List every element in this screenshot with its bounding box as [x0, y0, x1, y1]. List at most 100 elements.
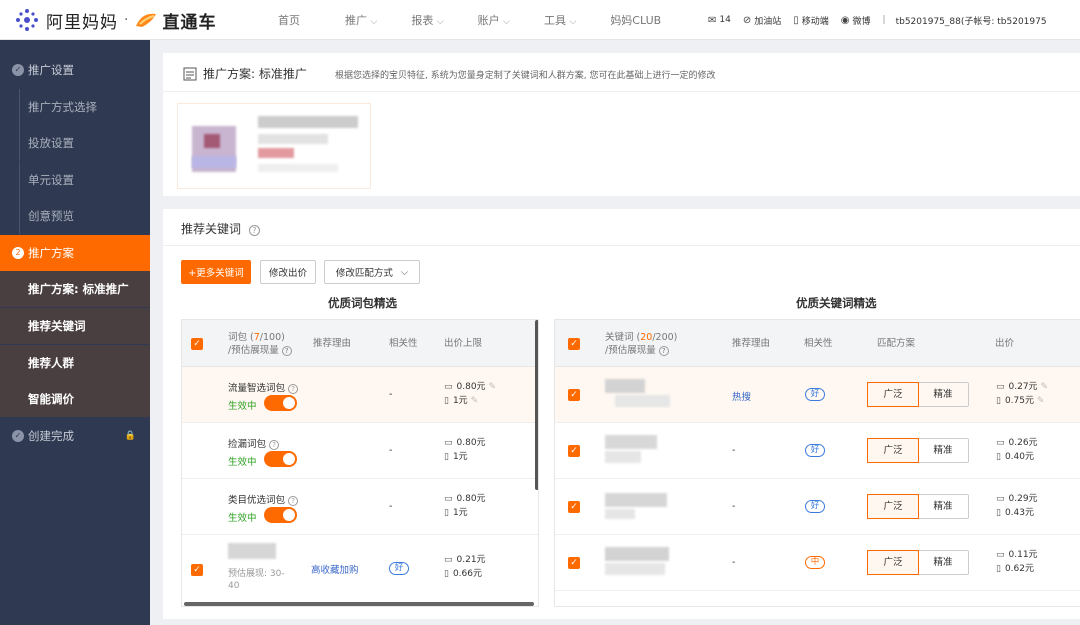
bid-prices: ▭0.29元▯0.43元: [996, 492, 1038, 520]
logo[interactable]: 阿里妈妈 · 直通车: [14, 6, 216, 34]
table-row[interactable]: ✓ - 好 广泛精准 ▭0.29元▯0.43元: [555, 479, 1080, 535]
nav-report-label: 报表: [411, 14, 433, 27]
desktop-icon: ▭: [996, 382, 1005, 392]
plan-card: 推广方案: 标准推广 根据您选择的宝贝特征, 系统为您量身定制了关键词和人群方案…: [163, 53, 1080, 196]
weibo-link[interactable]: ◉微博: [841, 14, 871, 27]
sidebar-item-promo-plan[interactable]: 2推广方案: [0, 235, 150, 271]
blurred-text: [258, 134, 328, 144]
edit-price-button[interactable]: 修改出价: [260, 260, 316, 284]
row-checkbox[interactable]: ✓: [191, 564, 203, 576]
more-keywords-button[interactable]: +更多关键词: [181, 260, 251, 284]
select-all-checkbox[interactable]: ✓: [568, 338, 580, 350]
help-icon[interactable]: ?: [288, 496, 298, 506]
sidebar-item-promo-settings[interactable]: ✓推广设置: [0, 52, 150, 88]
nav-report[interactable]: 报表 ⌵: [411, 12, 443, 28]
divider: [163, 91, 1080, 92]
table-row[interactable]: ✓ 预估展现: 30-40 高收藏加购 好 ▭0.21元▯0.66元: [182, 535, 539, 605]
match-selector[interactable]: 广泛精准: [867, 550, 969, 575]
table-row[interactable]: ✓ - 中 广泛精准 ▭0.11元▯0.62元: [555, 535, 1080, 591]
sidebar-item-complete[interactable]: ✓ 创建完成 🔒: [0, 418, 150, 454]
reason-link[interactable]: 热搜: [732, 389, 751, 403]
nav-mama-club[interactable]: 妈妈CLUB: [610, 12, 661, 28]
mobile-link[interactable]: ▯移动端: [793, 14, 829, 27]
check-icon: ✓: [12, 64, 24, 76]
sidebar-item-label: 创建完成: [28, 428, 74, 444]
lock-icon: 🔒: [125, 431, 136, 441]
help-icon[interactable]: ?: [659, 346, 669, 356]
desktop-icon: ▭: [444, 438, 453, 448]
product-name: 直通车: [162, 8, 216, 33]
match-selector[interactable]: 广泛精准: [867, 382, 969, 407]
help-icon[interactable]: ?: [269, 440, 279, 450]
select-all-checkbox[interactable]: ✓: [191, 338, 203, 350]
edit-icon[interactable]: ✎: [471, 396, 479, 406]
sidebar-item-smart-bid[interactable]: 智能调价: [0, 381, 150, 417]
nav-account[interactable]: 账户 ⌵: [478, 12, 510, 28]
edit-match-button[interactable]: 修改匹配方式⌵: [324, 260, 420, 284]
user-account[interactable]: tb5201975_88(子帐号: tb5201975: [896, 14, 1047, 27]
bid-prices: ▭0.80元▯1元: [444, 436, 486, 464]
row-checkbox[interactable]: ✓: [568, 445, 580, 457]
chevron-down-icon: ⌵: [371, 17, 378, 27]
mail-link[interactable]: ✉14: [708, 15, 731, 26]
row-checkbox[interactable]: ✓: [568, 389, 580, 401]
status-toggle[interactable]: [264, 395, 297, 411]
keywords-title: 推荐关键词 ?: [181, 220, 260, 237]
sidebar-item-label: 投放设置: [28, 135, 74, 151]
match-exact[interactable]: 精准: [918, 383, 968, 406]
sidebar-item-creative-preview[interactable]: 创意预览: [0, 198, 150, 234]
table-row[interactable]: ✓ - 好 广泛精准 ▭0.26元▯0.40元: [555, 423, 1080, 479]
sidebar-item-plan-standard[interactable]: 推广方案: 标准推广: [0, 271, 150, 307]
help-icon[interactable]: ?: [288, 384, 298, 394]
header-keyword-sub: /预估展现量: [605, 345, 656, 356]
vertical-scrollbar[interactable]: [535, 320, 539, 490]
edit-icon[interactable]: ✎: [488, 382, 496, 392]
reason-link[interactable]: 高收藏加购: [311, 562, 359, 576]
chevron-down-icon: ⌵: [401, 267, 408, 278]
edit-icon[interactable]: ✎: [1037, 396, 1045, 406]
match-broad[interactable]: 广泛: [867, 550, 919, 575]
pc-bid: 0.80元: [457, 438, 486, 448]
sidebar-item-delivery[interactable]: 投放设置: [0, 125, 150, 161]
alimama-logo-icon: [14, 7, 40, 33]
match-selector[interactable]: 广泛精准: [867, 494, 969, 519]
step-number: 2: [12, 247, 24, 259]
sidebar-item-audience[interactable]: 推荐人群: [0, 345, 150, 381]
nav-tools[interactable]: 工具 ⌵: [544, 12, 576, 28]
estimate-text: 预估展现: 30-40: [228, 568, 296, 592]
table-row[interactable]: 捡漏词包 ? 生效中 - ▭0.80元▯1元: [182, 423, 539, 479]
match-broad[interactable]: 广泛: [867, 494, 919, 519]
row-checkbox[interactable]: ✓: [568, 557, 580, 569]
keywords-title-text: 推荐关键词: [181, 222, 241, 236]
header-package: 词包 (7/100)/预估展现量 ?: [228, 331, 292, 357]
sidebar-item-keywords[interactable]: 推荐关键词: [0, 308, 150, 344]
help-icon[interactable]: ?: [249, 225, 260, 236]
match-selector[interactable]: 广泛精准: [867, 438, 969, 463]
mobile-bid: 1元: [453, 508, 468, 518]
match-exact[interactable]: 精准: [918, 439, 968, 462]
desktop-icon: ▭: [996, 438, 1005, 448]
header-bid: 出价: [995, 337, 1014, 350]
refuel-link[interactable]: ⊘加油站: [743, 14, 781, 27]
edit-icon[interactable]: ✎: [1040, 382, 1048, 392]
row-checkbox[interactable]: ✓: [568, 501, 580, 513]
match-exact[interactable]: 精准: [918, 495, 968, 518]
table-row[interactable]: 类目优选词包 ? 生效中 - ▭0.80元▯1元: [182, 479, 539, 535]
match-exact[interactable]: 精准: [918, 551, 968, 574]
blurred-image: [204, 134, 220, 148]
match-broad[interactable]: 广泛: [867, 382, 919, 407]
mobile-bid: 0.66元: [453, 569, 482, 579]
status-toggle[interactable]: [264, 451, 297, 467]
match-broad[interactable]: 广泛: [867, 438, 919, 463]
check-icon: ✓: [12, 430, 24, 442]
nav-home[interactable]: 首页: [278, 12, 300, 28]
sidebar-item-promo-method[interactable]: 推广方式选择: [0, 89, 150, 125]
table-row[interactable]: 流量智选词包 ? 生效中 - ▭0.80元 ✎▯1元 ✎: [182, 367, 539, 423]
status-toggle[interactable]: [264, 507, 297, 523]
table-row[interactable]: ✓ 热搜 好 广泛精准 ▭0.27元 ✎▯0.75元 ✎: [555, 367, 1080, 423]
sidebar-item-unit[interactable]: 单元设置: [0, 162, 150, 198]
horizontal-scrollbar[interactable]: [184, 602, 534, 606]
refuel-label: 加油站: [754, 14, 781, 27]
help-icon[interactable]: ?: [282, 346, 292, 356]
nav-promote[interactable]: 推广 ⌵: [345, 12, 377, 28]
